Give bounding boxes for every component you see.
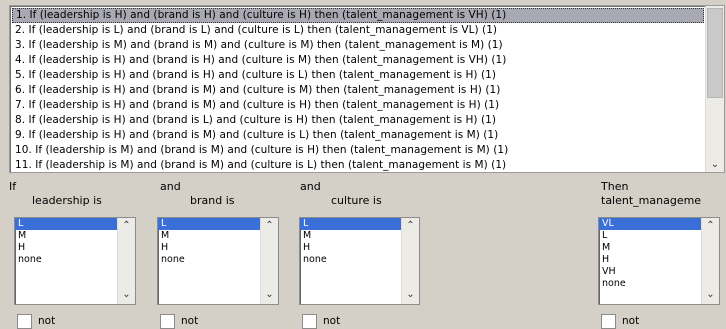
rule-item[interactable]: 8. If (leadership is H) and (brand is L)… [12,113,704,128]
culture-not-checkbox[interactable] [302,314,317,329]
leadership-not-checkbox[interactable] [17,314,32,329]
culture-label: culture is [331,194,382,207]
rule-item[interactable]: 3. If (leadership is M) and (brand is M)… [12,38,704,53]
and-label-1: and [160,180,181,193]
rule-item[interactable]: 4. If (leadership is H) and (brand is H)… [12,53,704,68]
chevron-down-icon[interactable]: ⌄ [706,158,724,172]
chevron-down-icon[interactable]: ⌄ [118,289,135,300]
rule-item[interactable]: 11. If (leadership is M) and (brand is M… [12,158,704,172]
chevron-up-icon[interactable]: ⌃ [261,220,278,231]
rule-list-items: 1. If (leadership is H) and (brand is H)… [12,8,704,172]
culture-scrollbar[interactable]: ⌃ ⌄ [401,218,419,304]
rule-item[interactable]: 7. If (leadership is H) and (brand is M)… [12,98,704,113]
brand-label: brand is [190,194,235,207]
chevron-up-icon[interactable]: ⌃ [402,220,419,231]
talent-scrollbar[interactable]: ⌃ ⌄ [701,218,719,304]
brand-not-label: not [181,315,199,327]
chevron-down-icon[interactable]: ⌄ [261,289,278,300]
chevron-up-icon[interactable]: ⌃ [702,220,719,231]
talent-listbox[interactable]: VL L M H VH none ⌃ ⌄ [598,217,720,305]
rule-item[interactable]: 1. If (leadership is H) and (brand is H)… [12,8,704,23]
if-label: If [9,180,17,193]
culture-not-label: not [323,315,341,327]
rule-item[interactable]: 6. If (leadership is H) and (brand is M)… [12,83,704,98]
and-label-2: and [300,180,321,193]
rule-list[interactable]: 1. If (leadership is H) and (brand is H)… [9,5,725,173]
leadership-listbox[interactable]: L M Hnone ⌃ ⌄ [14,217,136,305]
brand-not-checkbox[interactable] [160,314,175,329]
brand-listbox[interactable]: L M Hnone ⌃ ⌄ [157,217,279,305]
then-label: Then [601,180,629,193]
rule-item[interactable]: 9. If (leadership is H) and (brand is M)… [12,128,704,143]
rule-item[interactable]: 5. If (leadership is H) and (brand is H)… [12,68,704,83]
chevron-down-icon[interactable]: ⌄ [402,289,419,300]
brand-scrollbar[interactable]: ⌃ ⌄ [260,218,278,304]
rule-item[interactable]: 2. If (leadership is L) and (brand is L)… [12,23,704,38]
leadership-not-label: not [38,315,56,327]
talent-label: talent_manageme [601,194,702,207]
leadership-label: leadership is [32,194,102,207]
culture-listbox[interactable]: L M Hnone ⌃ ⌄ [299,217,420,305]
talent-not-label: not [622,315,640,327]
chevron-down-icon[interactable]: ⌄ [702,289,719,300]
talent-not-checkbox[interactable] [601,314,616,329]
scrollbar-thumb[interactable] [707,8,723,98]
leadership-scrollbar[interactable]: ⌃ ⌄ [117,218,135,304]
rule-list-scrollbar[interactable]: ⌄ [705,6,724,172]
rule-item[interactable]: 10. If (leadership is M) and (brand is M… [12,143,704,158]
chevron-up-icon[interactable]: ⌃ [118,220,135,231]
